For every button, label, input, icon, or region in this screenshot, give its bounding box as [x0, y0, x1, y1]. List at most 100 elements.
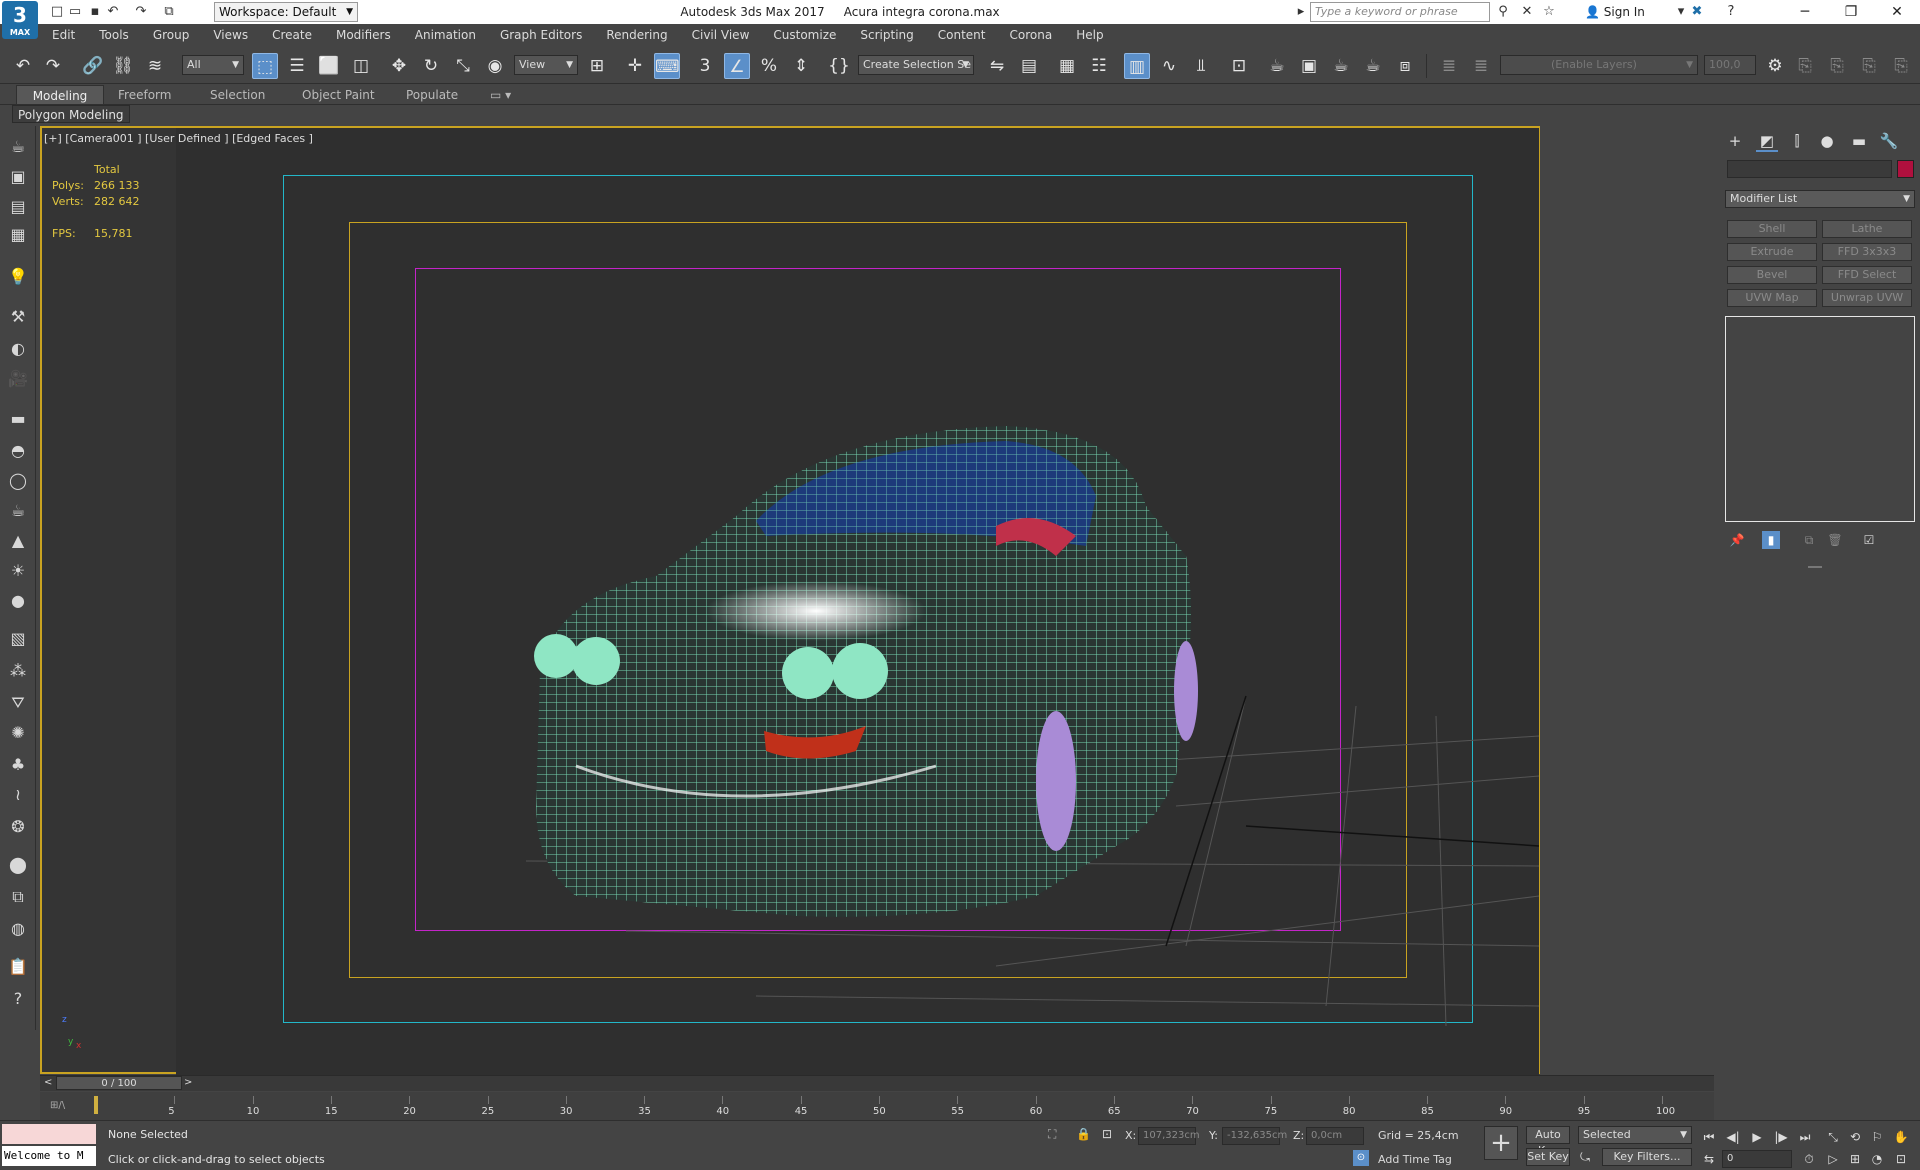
link-icon[interactable]: 🔗 [80, 53, 106, 79]
light-icon[interactable]: 💡 [7, 266, 29, 288]
object-name-field[interactable] [1727, 160, 1892, 178]
favorites-star-icon[interactable]: ☆ [1540, 3, 1558, 21]
disc-icon[interactable]: ● [7, 590, 29, 612]
hatch-icon[interactable]: ▧ [7, 628, 29, 650]
project-folder-icon[interactable]: ⧉ [160, 3, 178, 21]
tab-freeform[interactable]: Freeform [108, 85, 181, 105]
close-button[interactable]: ✕ [1874, 0, 1920, 24]
named-selection-select[interactable]: Create Selection Se ▼ [858, 55, 974, 75]
search-input[interactable]: Type a keyword or phrase [1310, 2, 1490, 22]
move-icon[interactable]: ✥ [386, 53, 412, 79]
selection-filter-select[interactable]: All ▼ [182, 55, 244, 75]
y-coord-field[interactable]: -132,635cm [1222, 1127, 1287, 1145]
redo-icon[interactable]: ↷ [132, 3, 150, 21]
render-iterative-icon[interactable]: ☕ [1360, 53, 1386, 79]
remove-modifier-icon[interactable]: 🗑 [1826, 531, 1844, 549]
angle-snap-icon[interactable]: ∠ [724, 53, 750, 79]
maxscript-mini-listener-input[interactable] [2, 1124, 96, 1144]
hemisphere-icon[interactable]: ◓ [7, 440, 29, 462]
workspace-select[interactable]: Workspace: Default ▼ [214, 2, 358, 22]
plane-icon[interactable]: ▬ [7, 408, 29, 430]
orbit-subobject-icon[interactable]: ◔ [1868, 1150, 1886, 1168]
tab-populate[interactable]: Populate [396, 85, 468, 105]
autodesk-exchange-icon[interactable]: ✖ [1688, 3, 1706, 21]
binoculars-icon[interactable]: ⚲ [1494, 3, 1512, 21]
time-slider-next-icon[interactable]: > [184, 1076, 192, 1090]
fur-icon[interactable]: ❂ [7, 816, 29, 838]
orbit-icon[interactable]: ⟲ [1846, 1128, 1864, 1146]
keyboard-shortcut-override-icon[interactable]: ⌨ [654, 53, 680, 79]
open-file-icon[interactable]: ▭ [66, 3, 84, 21]
time-configuration-icon[interactable]: ⏱ [1800, 1150, 1818, 1168]
particles-icon[interactable]: ⁂ [7, 660, 29, 682]
undo-icon[interactable]: ↶ [10, 53, 36, 79]
menu-modifiers[interactable]: Modifiers [324, 24, 403, 46]
maxscript-mini-listener[interactable]: Welcome to M [2, 1146, 96, 1166]
sun-icon[interactable]: ☀ [7, 560, 29, 582]
scene-icon[interactable]: ⧉ [7, 886, 29, 908]
spinner-snap-icon[interactable]: ⇕ [788, 53, 814, 79]
isolate-selection-icon[interactable]: ⛶ [1048, 1127, 1056, 1142]
ribbon-panel-polygon-modeling[interactable]: Polygon Modeling [12, 105, 130, 123]
zoom-all-icon[interactable]: ⊞ [1846, 1150, 1864, 1168]
layer-explorer-icon[interactable]: ☷ [1086, 53, 1112, 79]
pin-stack-icon[interactable]: 📌 [1728, 531, 1746, 549]
display-tab-icon[interactable]: ▬ [1848, 130, 1870, 152]
snaps-toggle-icon[interactable]: 3 [692, 53, 718, 79]
object-color-swatch[interactable] [1897, 160, 1914, 178]
time-slider-thumb[interactable]: 0 / 100 [56, 1076, 182, 1090]
scale-icon[interactable]: ⤡ [450, 53, 476, 79]
time-slider-track[interactable]: < > [40, 1075, 1714, 1091]
render-setup-icon[interactable]: ☕ [1264, 53, 1290, 79]
modifier-shell-button[interactable]: Shell [1727, 220, 1817, 238]
hair-icon[interactable]: ≀ [7, 784, 29, 806]
modifier-stack[interactable] [1725, 316, 1915, 522]
default-in-out-tangents-icon[interactable]: ⤿ [1580, 1150, 1590, 1165]
pivot-center-icon[interactable]: ⊞ [584, 53, 610, 79]
create-tab-plus-icon[interactable]: + [1724, 130, 1746, 152]
make-unique-icon[interactable]: ⧉ [1800, 531, 1818, 549]
teapot-icon[interactable]: ☕ [7, 136, 29, 158]
previous-frame-icon[interactable]: ◀| [1724, 1128, 1742, 1146]
select-manipulate-icon[interactable]: ✛ [622, 53, 648, 79]
menu-graph-editors[interactable]: Graph Editors [488, 24, 594, 46]
modifier-lathe-button[interactable]: Lathe [1822, 220, 1912, 238]
modifier-list-select[interactable]: Modifier List ▼ [1725, 190, 1915, 208]
toolbar-icon[interactable]: ⎘ [1856, 53, 1882, 79]
lock-selection-icon[interactable]: 🔒 [1076, 1127, 1091, 1141]
modifier-ffd-select-button[interactable]: FFD Select [1822, 266, 1912, 284]
next-frame-icon[interactable]: |▶ [1772, 1128, 1790, 1146]
modifier-extrude-button[interactable]: Extrude [1727, 243, 1817, 261]
menu-customize[interactable]: Customize [761, 24, 848, 46]
go-to-start-icon[interactable]: ⏮ [1700, 1128, 1718, 1146]
menu-views[interactable]: Views [201, 24, 260, 46]
motion-tab-icon[interactable]: ● [1816, 130, 1838, 152]
ribbon-toggle-icon[interactable]: ▥ [1124, 53, 1150, 79]
bind-space-warp-icon[interactable]: ≋ [142, 53, 168, 79]
rectangular-selection-icon[interactable]: ⬜ [316, 53, 342, 79]
layer-field[interactable]: (Enable Layers) ▼ [1500, 55, 1698, 75]
scene-explorer-icon[interactable]: ▦ [1054, 53, 1080, 79]
auto-key-button[interactable]: Auto Key [1526, 1126, 1570, 1157]
material-editor-icon[interactable]: ⊡ [1226, 53, 1252, 79]
z-coord-field[interactable]: 0,0cm [1306, 1127, 1364, 1145]
communication-center-icon[interactable]: ✕ [1518, 3, 1536, 21]
tab-selection[interactable]: Selection [200, 85, 275, 105]
minimize-button[interactable]: ─ [1782, 0, 1828, 24]
new-file-icon[interactable]: □ [48, 3, 66, 21]
menu-scripting[interactable]: Scripting [848, 24, 925, 46]
document-icon[interactable]: ▤ [7, 196, 29, 218]
menu-animation[interactable]: Animation [403, 24, 488, 46]
redo-icon[interactable]: ↷ [40, 53, 66, 79]
restore-button[interactable]: ❐ [1828, 0, 1874, 24]
render-production-icon[interactable]: ☕ [1328, 53, 1354, 79]
layer-manager-icon[interactable]: ⚙ [1762, 53, 1788, 79]
grass-icon[interactable]: ♣ [7, 754, 29, 776]
show-end-result-icon[interactable]: ▮ [1762, 531, 1780, 549]
current-frame-field[interactable]: 0 [1722, 1150, 1792, 1168]
menu-corona[interactable]: Corona [998, 24, 1065, 46]
key-mode-select[interactable]: Selected ▼ [1578, 1126, 1692, 1144]
placement-icon[interactable]: ◉ [482, 53, 508, 79]
render-online-icon[interactable]: ⧈ [1392, 53, 1418, 79]
hierarchy-tab-icon[interactable]: ⫿ [1786, 130, 1808, 152]
